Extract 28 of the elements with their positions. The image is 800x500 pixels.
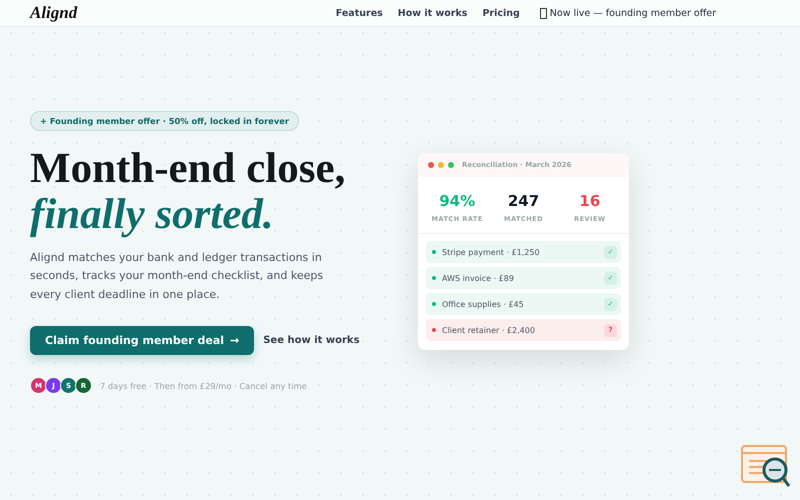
nav-link[interactable]: How it works xyxy=(398,8,468,18)
window-dot xyxy=(448,162,454,168)
fine-print: 7 days free · Then from £29/mo · Cancel any time xyxy=(100,380,307,391)
status-dot xyxy=(432,250,436,254)
headline-accent: finally sorted. xyxy=(30,192,275,239)
transaction-text: Office supplies · £45 xyxy=(442,300,524,308)
logo[interactable]: Alignd xyxy=(30,3,78,23)
stat-value: 94% xyxy=(439,192,476,210)
claim-deal-button[interactable]: Claim founding member deal → xyxy=(30,326,254,356)
transaction-text: Client retainer · £2,400 xyxy=(442,326,535,334)
headline: Month-end close, xyxy=(30,146,346,192)
transaction-text: Stripe payment · £1,250 xyxy=(442,248,540,256)
see-how-it-works-link[interactable]: See how it works xyxy=(263,335,360,346)
offer-pill: + Founding member offer · 50% off, locked in forever xyxy=(30,111,299,131)
nav-link[interactable]: Features xyxy=(336,8,383,18)
status-dot xyxy=(432,328,436,332)
nav-link[interactable]: Pricing xyxy=(482,8,520,18)
status-dot xyxy=(432,302,436,306)
window-dot xyxy=(428,162,434,168)
transaction-text: AWS invoice · £89 xyxy=(442,274,514,282)
status-dot xyxy=(432,276,436,280)
window-dot xyxy=(438,162,444,168)
stat-value: 16 xyxy=(579,192,600,210)
stat-value: 247 xyxy=(508,192,540,210)
missing-glyph-icon xyxy=(540,8,547,18)
announcement-text: Now live — founding member offer xyxy=(550,8,716,18)
hero-description: Alignd matches your bank and ledger transactions in seconds, tracks your month-end checklist, and keeps every client deadline in one place. xyxy=(30,250,324,303)
browser-magnifier-icon[interactable] xyxy=(741,444,791,488)
